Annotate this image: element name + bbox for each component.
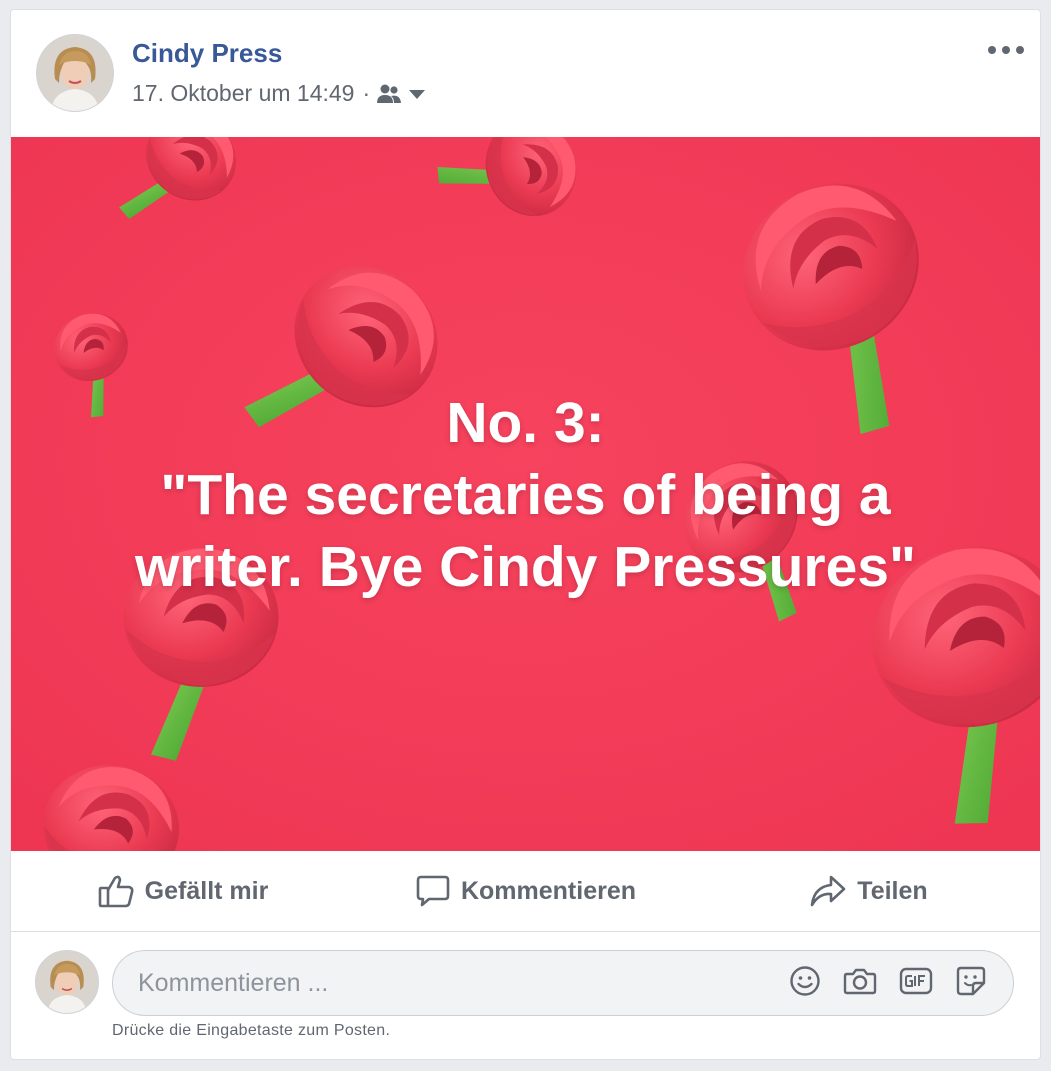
overlay-line-2: "The secretaries of being a (160, 463, 891, 527)
overlay-line-1: No. 3: (446, 391, 605, 455)
meta-separator: · (362, 80, 371, 106)
comment-bubble-icon (415, 873, 461, 909)
friends-icon (376, 83, 402, 105)
author-avatar[interactable] (36, 34, 114, 112)
share-button[interactable]: Teilen (697, 851, 1040, 931)
post-timestamp[interactable]: 17. Oktober um 14:49 (132, 80, 354, 107)
comment-label: Kommentieren (460, 876, 637, 905)
post-card: Cindy Press 17. Oktober um 14:49 · No. 3… (10, 9, 1041, 1060)
like-button[interactable]: Gefällt mir (11, 851, 354, 931)
gif-icon[interactable] (899, 965, 933, 1002)
like-label: Gefällt mir (144, 876, 269, 905)
composer-hint: Drücke die Eingabetaste zum Posten. (112, 1022, 391, 1039)
more-options-icon[interactable] (988, 40, 1024, 60)
audience-chevron-down-icon[interactable] (408, 88, 426, 100)
camera-icon[interactable] (843, 965, 877, 1002)
share-arrow-icon (809, 873, 857, 909)
comment-button[interactable]: Kommentieren (354, 851, 697, 931)
comment-composer (112, 950, 1014, 1016)
viewer-avatar (35, 950, 99, 1014)
post-meta: 17. Oktober um 14:49 · (132, 80, 426, 107)
overlay-line-3: writer. Bye Cindy Pressures" (134, 535, 917, 599)
smiley-icon[interactable] (789, 965, 821, 1002)
divider (11, 931, 1040, 932)
share-label: Teilen (857, 876, 928, 905)
comment-input[interactable] (113, 950, 767, 1016)
thumbs-up-icon (97, 872, 145, 910)
author-name-link[interactable]: Cindy Press (132, 38, 282, 69)
post-image[interactable]: No. 3: "The secretaries of being a write… (11, 137, 1040, 851)
sticker-icon[interactable] (955, 965, 987, 1002)
image-overlay-text: No. 3: "The secretaries of being a write… (11, 387, 1040, 603)
post-actions-bar: Gefällt mir Kommentieren Teilen (11, 851, 1040, 931)
